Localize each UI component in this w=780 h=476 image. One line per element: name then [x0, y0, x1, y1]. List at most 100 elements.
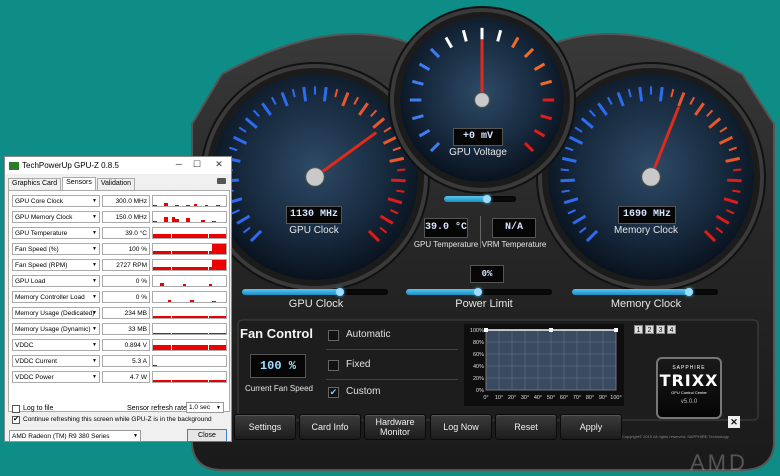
minimize-button[interactable]: ─: [171, 159, 187, 171]
sensor-name[interactable]: Fan Speed (RPM) ▼: [12, 259, 100, 271]
sensor-name[interactable]: GPU Core Clock ▼: [12, 195, 100, 207]
sensor-panel: GPU Core Clock ▼ 300.0 MHz GPU Memory Clock…: [8, 190, 230, 412]
fan-curve-chart[interactable]: 100% 80% 60% 40% 20% 0%0° 10° 20° 30° 40° 50° 60° 70…: [464, 324, 624, 406]
gauge-tick: [638, 86, 644, 102]
fan-curve-x-label: 20°: [508, 395, 516, 401]
profile-button-2[interactable]: 2: [645, 325, 654, 334]
card-select[interactable]: AMD Radeon (TM) R9 380 Series ▼: [9, 430, 141, 442]
gpu-clock-slider-knob[interactable]: [335, 288, 344, 296]
chevron-down-icon: ▼: [92, 374, 97, 380]
sensor-row: Fan Speed (%) ▼ 100 %: [12, 243, 227, 256]
sensor-value: 5.3 A: [102, 355, 150, 367]
tab-sensors[interactable]: Sensors: [62, 177, 96, 190]
chevron-down-icon: ▼: [92, 294, 97, 300]
hardware-monitor-button[interactable]: Hardware Monitor: [364, 414, 426, 440]
sensor-graph-bar: [223, 260, 226, 270]
profile-button-1[interactable]: 1: [634, 325, 643, 334]
gauge-tick: [411, 114, 424, 121]
sensor-graph-bar: [153, 220, 157, 222]
gauge-tick: [561, 189, 570, 193]
automatic-mode-checkbox[interactable]: [328, 330, 339, 341]
maximize-button[interactable]: ☐: [189, 159, 205, 171]
sensor-name[interactable]: Memory Usage (Dynamic) ▼: [12, 323, 100, 335]
gauge-tick: [723, 197, 739, 205]
sensor-name[interactable]: GPU Load ▼: [12, 275, 100, 287]
fan-curve-y-label: 80%: [473, 340, 484, 346]
settings-button[interactable]: Settings: [234, 414, 296, 440]
trixx-logo: SAPPHIRE TRIXX GPU Control Center v5.0.0: [656, 357, 722, 419]
gpu-clock-dial-svg: [224, 86, 406, 243]
fan-curve-x-label: 50°: [547, 395, 555, 401]
sensor-graph: [152, 291, 227, 303]
memory-clock-slider[interactable]: [572, 288, 718, 296]
sensor-graph-bar: [186, 217, 190, 222]
gpu-clock-slider[interactable]: [242, 288, 388, 296]
sensor-name[interactable]: VDDC Current ▼: [12, 355, 100, 367]
refresh-rate-select[interactable]: 1.0 sec ▼: [186, 402, 224, 413]
fan-curve-x-label: 70°: [573, 395, 581, 401]
sensor-name[interactable]: Fan Speed (%) ▼: [12, 243, 100, 255]
sensor-name[interactable]: VDDC Power ▼: [12, 371, 100, 383]
gauge-tick: [728, 146, 738, 152]
current-fan-speed-readout: 100 %: [250, 354, 306, 378]
gauge-tick: [322, 86, 328, 102]
sensor-name-text: GPU Load: [15, 278, 46, 285]
gpu-voltage-label: GPU Voltage: [449, 147, 507, 158]
sensor-row: VDDC Power ▼ 4.7 W: [12, 371, 227, 384]
window-close-button[interactable]: ✕: [211, 159, 227, 171]
fan-curve-x-label: 90°: [599, 395, 607, 401]
continue-refresh-checkbox[interactable]: ✔: [12, 416, 20, 424]
profile-button-4[interactable]: 4: [667, 325, 676, 334]
sensor-row: GPU Core Clock ▼ 300.0 MHz: [12, 195, 227, 208]
gauge-tick: [616, 92, 625, 107]
gauge-tick: [658, 86, 664, 102]
gpuz-window: TechPowerUp GPU-Z 0.8.5 ─ ☐ ✕ Graphics C…: [4, 156, 232, 442]
camera-icon[interactable]: [217, 178, 226, 184]
gpuz-close-button[interactable]: Close: [187, 429, 227, 442]
custom-mode-checkbox[interactable]: ✔: [328, 387, 339, 398]
voltage-slider-knob[interactable]: [483, 195, 492, 203]
sensor-name[interactable]: GPU Temperature ▼: [12, 227, 100, 239]
tab-graphics-card[interactable]: Graphics Card: [8, 178, 62, 190]
log-to-file-checkbox[interactable]: [12, 405, 20, 413]
memory-clock-slider-knob[interactable]: [684, 288, 693, 296]
gauge-tick: [726, 209, 735, 215]
sensor-graph-bar: [223, 316, 226, 318]
reset-button[interactable]: Reset: [495, 414, 557, 440]
gpu-temperature-readout: 39.0 °C: [424, 218, 468, 238]
sensor-name-text: GPU Memory Clock: [15, 214, 73, 221]
trixx-close-button[interactable]: ✕: [728, 416, 740, 428]
sensor-name[interactable]: Memory Controller Load ▼: [12, 291, 100, 303]
memory-clock-readout: 1690 MHz: [618, 206, 676, 224]
sensor-value: 0 %: [102, 291, 150, 303]
gauge-tick: [334, 88, 339, 98]
tab-validation[interactable]: Validation: [96, 178, 136, 190]
gauge-hub: [474, 92, 490, 108]
power-limit-slider-knob[interactable]: [473, 288, 482, 296]
gauge-tick: [689, 96, 696, 106]
memory-clock-gauge: [548, 74, 754, 280]
gauge-tick: [411, 79, 424, 86]
power-limit-slider[interactable]: [406, 288, 552, 296]
vrm-temperature-readout: N/A: [492, 218, 536, 238]
gauge-tick: [715, 226, 724, 234]
gauge-tick: [540, 79, 553, 86]
sensor-name[interactable]: Memory Usage (Dedicated) ▼: [12, 307, 100, 319]
card-info-button[interactable]: Card Info: [299, 414, 361, 440]
sensor-name[interactable]: GPU Memory Clock ▼: [12, 211, 100, 223]
fixed-mode-checkbox[interactable]: [328, 360, 339, 371]
sensor-value: 0 %: [102, 275, 150, 287]
voltage-slider[interactable]: [444, 195, 516, 203]
gauge-tick: [718, 135, 734, 145]
profile-button-3[interactable]: 3: [656, 325, 665, 334]
gauge-tick: [396, 189, 405, 193]
log-now-button[interactable]: Log Now: [430, 414, 492, 440]
gauge-tick: [232, 135, 248, 145]
gpu-voltage-readout: +0 mV: [453, 128, 503, 146]
sensor-name[interactable]: VDDC ▼: [12, 339, 100, 351]
mode-divider: [326, 349, 458, 350]
sensor-value: 33 MB: [102, 323, 150, 335]
logo-name: TRIXX: [659, 371, 719, 390]
sensor-graph: [152, 355, 227, 367]
apply-button[interactable]: Apply: [560, 414, 622, 440]
